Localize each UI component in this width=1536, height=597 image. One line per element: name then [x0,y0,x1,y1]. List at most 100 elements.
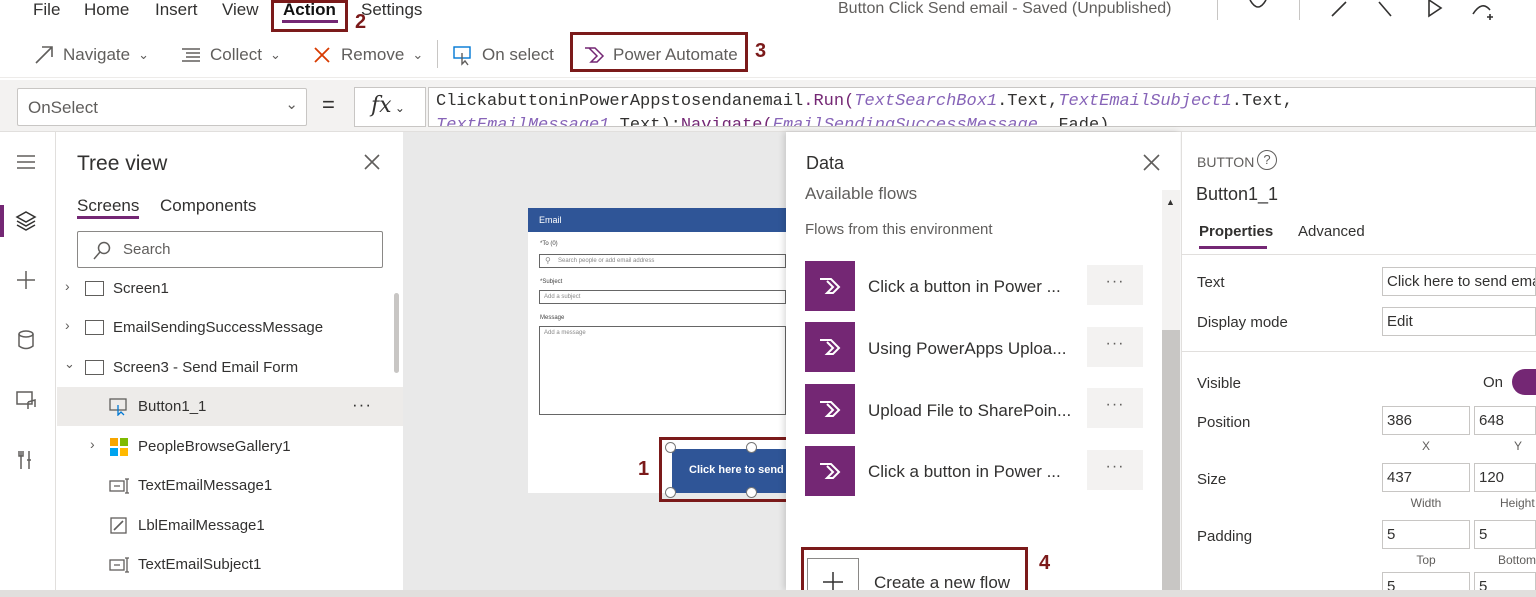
control-name[interactable]: Button1_1 [1196,184,1278,205]
callout-number-4: 4 [1039,552,1051,574]
subject-input[interactable]: Add a subject [539,290,786,304]
divider [1181,351,1536,352]
flow-item-name[interactable]: Using PowerApps Uploa... [868,339,1073,359]
advanced-tools-icon[interactable] [14,448,38,472]
undo-icon[interactable] [1330,0,1348,18]
scroll-up-arrow-icon[interactable]: ▲ [1166,197,1175,207]
tab-components[interactable]: Components [160,196,256,216]
power-automate-icon [820,278,841,294]
menu-home[interactable]: Home [84,0,129,22]
help-icon[interactable]: ? [1257,150,1277,170]
control-type-label: BUTTON [1197,154,1255,170]
tab-advanced[interactable]: Advanced [1298,223,1365,240]
preview-play-icon[interactable] [1425,0,1445,18]
chevron-right-icon[interactable]: › [65,317,70,333]
formula-editor[interactable]: ClickabuttoninPowerAppstosendanemail.Run… [428,87,1536,127]
menu-settings[interactable]: Settings [361,0,422,22]
display-mode-select[interactable]: Edit [1382,307,1536,336]
subject-label: *Subject [540,279,563,285]
padding-left-input[interactable]: 5 [1382,572,1470,590]
tab-screens[interactable]: Screens [77,196,139,216]
media-icon[interactable] [14,388,38,412]
insert-plus-icon[interactable] [14,268,38,292]
horizontal-scrollbar[interactable] [0,590,1536,597]
collect-label: Collect [210,45,262,64]
layers-tree-view-icon[interactable] [14,209,38,233]
navigate-button[interactable]: Navigate ⌄ [33,44,149,66]
data-panel-title: Data [806,153,845,173]
screen-icon [85,320,104,335]
flow-item-name[interactable]: Click a button in Power ... [868,462,1073,482]
divider [437,40,438,68]
tree-row-lblemailmessage1[interactable]: LblEmailMessage1 [57,506,403,545]
data-panel-scroll-thumb[interactable] [1162,330,1180,590]
flow-item-name[interactable]: Click a button in Power ... [868,277,1073,297]
tree-row-textemailsubject1[interactable]: TextEmailSubject1 [57,545,403,584]
flow-more-button[interactable]: ··· [1087,388,1143,428]
flow-more-button[interactable]: ··· [1087,327,1143,367]
tab-properties[interactable]: Properties [1199,223,1273,240]
redo-icon[interactable] [1375,0,1393,18]
flow-more-button[interactable]: ··· [1087,265,1143,305]
tree-row-textemailmessage1[interactable]: TextEmailMessage1 [57,466,403,505]
visible-label: Visible [1197,375,1241,392]
close-icon[interactable] [1143,154,1160,171]
tree-row-emailsendingsuccessmessage[interactable]: › EmailSendingSuccessMessage [57,308,403,347]
size-height-input[interactable]: 120 [1474,463,1536,492]
close-icon[interactable] [363,153,381,171]
hamburger-menu-icon[interactable] [14,150,38,174]
collect-button[interactable]: Collect ⌄ [180,44,281,66]
on-select-label: On select [482,45,554,64]
message-input[interactable]: Add a message [539,326,786,415]
position-y-input[interactable]: 648 [1474,406,1536,435]
tree-row-label: LblEmailMessage1 [138,517,265,534]
chevron-down-icon[interactable]: ⌄ [64,356,75,372]
data-cylinder-icon[interactable] [14,328,38,352]
tree-scrollbar[interactable] [394,293,399,373]
flows-environment-label: Flows from this environment [805,221,993,238]
visible-toggle[interactable] [1512,369,1536,395]
callout-box-2 [271,0,348,32]
menu-view[interactable]: View [222,0,259,22]
formula-token: TextEmailSubject1 [1058,92,1232,111]
share-user-icon[interactable] [1470,0,1496,20]
flow-more-button[interactable]: ··· [1087,450,1143,490]
app-checker-icon[interactable] [1247,0,1269,16]
padding-bottom-input[interactable]: 5 [1474,520,1536,549]
tab-indicator [77,216,139,219]
formula-token: EmailSendingSuccessMessage [772,116,1038,127]
display-mode-label: Display mode [1197,314,1288,331]
message-label: Message [540,315,565,321]
text-property-input[interactable]: Click here to send ema [1382,267,1536,296]
text-input-icon [109,557,129,573]
text-property-label: Text [1197,274,1225,291]
tree-row-screen1[interactable]: › Screen1 [57,269,403,308]
available-flows-heading: Available flows [805,184,918,203]
menu-insert[interactable]: Insert [155,0,198,22]
more-options-icon[interactable]: ··· [352,395,372,415]
formula-token: .Text, [1231,92,1293,111]
padding-top-input[interactable]: 5 [1382,520,1470,549]
search-icon [93,241,111,260]
fx-button[interactable]: fx ⌄ [354,87,426,127]
label-edit-icon [110,517,127,534]
padding-right-input[interactable]: 5 [1474,572,1536,590]
on-select-button[interactable]: On select [452,44,554,66]
tree-row-screen3[interactable]: ⌄ Screen3 - Send Email Form [57,348,403,387]
tree-row-peoplebrowsegallery1[interactable]: › PeopleBrowseGallery1 [57,427,403,466]
menu-file[interactable]: File [33,0,60,22]
callout-number-1: 1 [638,458,650,480]
formula-token: Navigate( [680,116,773,127]
tree-row-button1-1[interactable]: Button1_1 ··· [57,387,403,426]
remove-button[interactable]: Remove ⌄ [311,44,423,66]
size-width-input[interactable]: 437 [1382,463,1470,492]
tree-search-input[interactable]: Search [77,231,383,268]
to-search-input[interactable]: ⚲ Search people or add email address [539,254,786,268]
padding-left-right-clip: 5 5 [1382,572,1536,590]
property-dropdown[interactable]: OnSelect ⌄ [17,88,307,126]
flow-item-name[interactable]: Upload File to SharePoin... [868,401,1073,421]
position-x-input[interactable]: 386 [1382,406,1470,435]
chevron-right-icon[interactable]: › [65,278,70,294]
tree-row-label: Button1_1 [138,398,207,415]
chevron-right-icon[interactable]: › [90,436,95,452]
